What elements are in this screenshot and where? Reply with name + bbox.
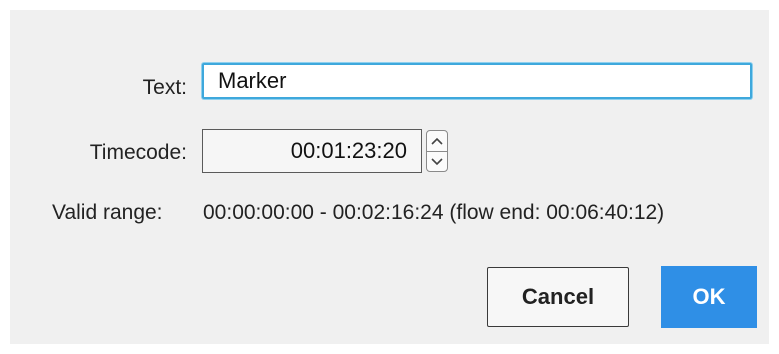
spin-up-button[interactable]	[427, 131, 447, 151]
marker-dialog: Text: Timecode: Valid range: 00:00:00:00…	[10, 10, 769, 344]
timecode-label: Timecode:	[89, 141, 187, 164]
text-label: Text:	[142, 76, 187, 99]
cancel-button[interactable]: Cancel	[487, 267, 629, 327]
text-input[interactable]	[202, 63, 752, 99]
timecode-spinner	[426, 130, 448, 172]
valid-range-value: 00:00:00:00 - 00:02:16:24 (flow end: 00:…	[203, 201, 665, 224]
ok-button[interactable]: OK	[661, 266, 757, 328]
valid-range-label: Valid range:	[52, 201, 163, 224]
spin-down-button[interactable]	[427, 151, 447, 171]
chevron-up-icon	[431, 137, 443, 145]
timecode-input[interactable]	[202, 129, 422, 173]
chevron-down-icon	[431, 158, 443, 166]
